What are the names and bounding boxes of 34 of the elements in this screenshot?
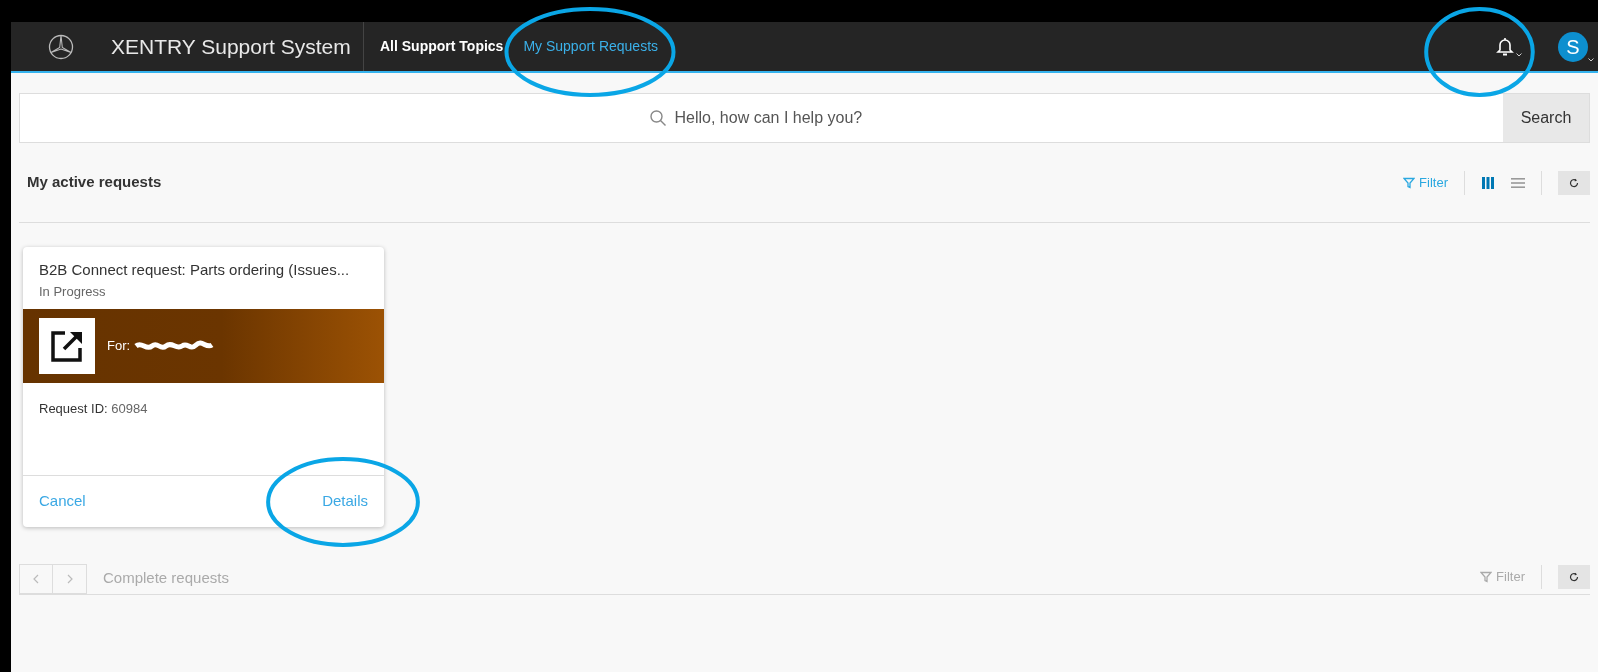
section-title: Complete requests [103,568,229,589]
search-field[interactable]: Hello, how can I help you? Search [19,93,1590,143]
requester-label: For: [107,337,131,356]
nav-link[interactable]: My Support Requests [523,36,659,57]
columns-view-icon[interactable] [1481,175,1495,190]
filter-button[interactable]: Filter [1403,172,1464,193]
filter-icon [1403,176,1416,189]
app-title: XENTRY Support System [111,33,352,60]
request-status: In Progress [39,282,107,301]
nav-link[interactable]: All Support Topics [380,36,504,57]
card-action-link[interactable]: Cancel [39,490,86,513]
refresh-icon [1569,177,1579,188]
user-menu-button[interactable]: S [1558,31,1594,62]
star-logo-icon[interactable] [48,33,74,60]
list-view-icon[interactable] [1511,176,1525,189]
bell-icon [1496,36,1514,57]
notifications-button[interactable] [1496,36,1522,57]
request-id: Request ID: 60984 [39,401,148,416]
refresh-button[interactable] [1558,564,1590,589]
chevron-left-icon [33,573,39,584]
chevron-down-icon [1588,57,1594,62]
user-avatar: S [1558,31,1588,62]
card-action-link[interactable]: Details [322,490,368,513]
refresh-button[interactable] [1558,170,1590,195]
external-link-icon [49,328,85,364]
chevron-right-icon [66,573,73,584]
filter-icon [1480,570,1493,583]
search-icon [648,109,667,127]
refresh-icon [1569,571,1579,582]
request-title: B2B Connect request: Parts ordering (Issues... [39,260,351,280]
section-title: My active requests [27,172,162,193]
filter-button[interactable]: Filter [1480,566,1541,587]
chevron-down-icon [1516,52,1522,57]
search-button[interactable]: Search [1503,94,1589,142]
